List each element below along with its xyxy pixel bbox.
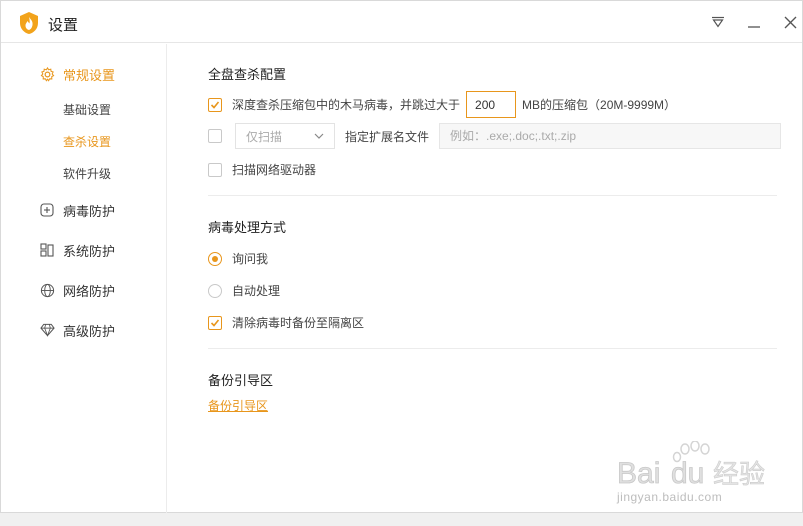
sub-item-basic[interactable]: 基础设置 — [63, 101, 111, 118]
sidebar-item-label: 系统防护 — [63, 243, 116, 259]
sub-item-scan[interactable]: 查杀设置 — [63, 133, 111, 150]
globe-icon — [39, 282, 55, 298]
sidebar: 常规设置 基础设置 查杀设置 软件升级 病毒防护 系统防护 网络防护 高级防护 — [1, 44, 167, 514]
backup-quarantine-label: 清除病毒时备份至隔离区 — [232, 316, 365, 330]
network-drive-checkbox[interactable] — [208, 162, 222, 177]
minimize-icon — [748, 26, 760, 28]
sidebar-item-general[interactable]: 常规设置 — [39, 64, 115, 84]
deep-scan-unit-label: MB的压缩包（20M-9999M） — [522, 98, 677, 112]
sidebar-item-network[interactable]: 网络防护 — [39, 280, 115, 300]
title-bar: 设置 — [1, 1, 802, 43]
sidebar-item-virus[interactable]: 病毒防护 — [39, 200, 115, 220]
radio-auto-row: 自动处理 — [208, 282, 280, 299]
close-button[interactable] — [781, 13, 799, 31]
shield-flame-logo-icon — [20, 12, 38, 34]
radio-ask-row: 询问我 — [208, 250, 268, 267]
gear-icon — [39, 66, 55, 82]
deep-scan-checkbox[interactable] — [208, 97, 222, 112]
ask-me-label: 询问我 — [232, 252, 269, 266]
section-divider — [208, 195, 777, 196]
auto-handle-label: 自动处理 — [232, 284, 281, 298]
window-title: 设置 — [48, 17, 79, 34]
extension-input[interactable] — [439, 123, 782, 149]
svg-text:Bai: Bai — [617, 457, 660, 490]
minimize-button[interactable] — [745, 13, 763, 31]
watermark-url: jingyan.baidu.com — [617, 490, 723, 504]
scan-mode-row: 仅扫描 指定扩展名文件 — [208, 123, 782, 149]
backup-guide-link[interactable]: 备份引导区 — [208, 397, 268, 414]
close-icon — [784, 16, 796, 28]
settings-window: 设置 常规设置 基础设置 查杀设置 软件升级 病毒防护 系统防护 网络防护 高级… — [0, 0, 803, 514]
ask-me-radio[interactable] — [208, 251, 222, 266]
archive-size-input[interactable] — [466, 91, 517, 118]
section-title-backup-guide: 备份引导区 — [208, 373, 274, 388]
checkmark-icon — [210, 318, 220, 327]
plus-square-icon — [39, 202, 55, 218]
sidebar-item-label: 网络防护 — [63, 283, 116, 299]
triangle-menu-icon — [712, 16, 724, 28]
sidebar-item-advanced[interactable]: 高级防护 — [39, 320, 115, 340]
backup-quarantine-row: 清除病毒时备份至隔离区 — [208, 314, 364, 331]
sidebar-item-label: 病毒防护 — [63, 203, 116, 219]
chevron-down-icon — [314, 133, 324, 139]
section-divider — [208, 348, 777, 349]
auto-handle-radio[interactable] — [208, 283, 222, 298]
network-drive-label: 扫描网络驱动器 — [232, 163, 317, 177]
dropdown-menu-button[interactable] — [709, 13, 727, 31]
sidebar-item-label: 常规设置 — [63, 67, 116, 83]
scan-mode-selected: 仅扫描 — [246, 129, 283, 144]
section-title-virus-handling: 病毒处理方式 — [208, 220, 287, 235]
window-bottom-edge — [0, 513, 803, 526]
sidebar-item-system[interactable]: 系统防护 — [39, 240, 115, 260]
deep-scan-label: 深度查杀压缩包中的木马病毒，并跳过大于 — [232, 98, 461, 112]
sidebar-item-label: 高级防护 — [63, 323, 116, 339]
ext-filter-label: 指定扩展名文件 — [345, 129, 430, 144]
network-drive-row: 扫描网络驱动器 — [208, 161, 316, 178]
grid-icon — [39, 242, 55, 258]
sub-item-upgrade[interactable]: 软件升级 — [63, 165, 111, 182]
scan-mode-checkbox[interactable] — [208, 129, 222, 143]
section-title-scan-config: 全盘查杀配置 — [208, 67, 287, 82]
svg-text:du: du — [671, 457, 704, 490]
diamond-icon — [39, 322, 55, 338]
deep-scan-row: 深度查杀压缩包中的木马病毒，并跳过大于 MB的压缩包（20M-9999M） — [208, 91, 676, 118]
backup-quarantine-checkbox[interactable] — [208, 315, 222, 330]
checkmark-icon — [210, 100, 220, 109]
svg-text:经验: 经验 — [713, 460, 765, 490]
scan-mode-select[interactable]: 仅扫描 — [235, 123, 335, 149]
